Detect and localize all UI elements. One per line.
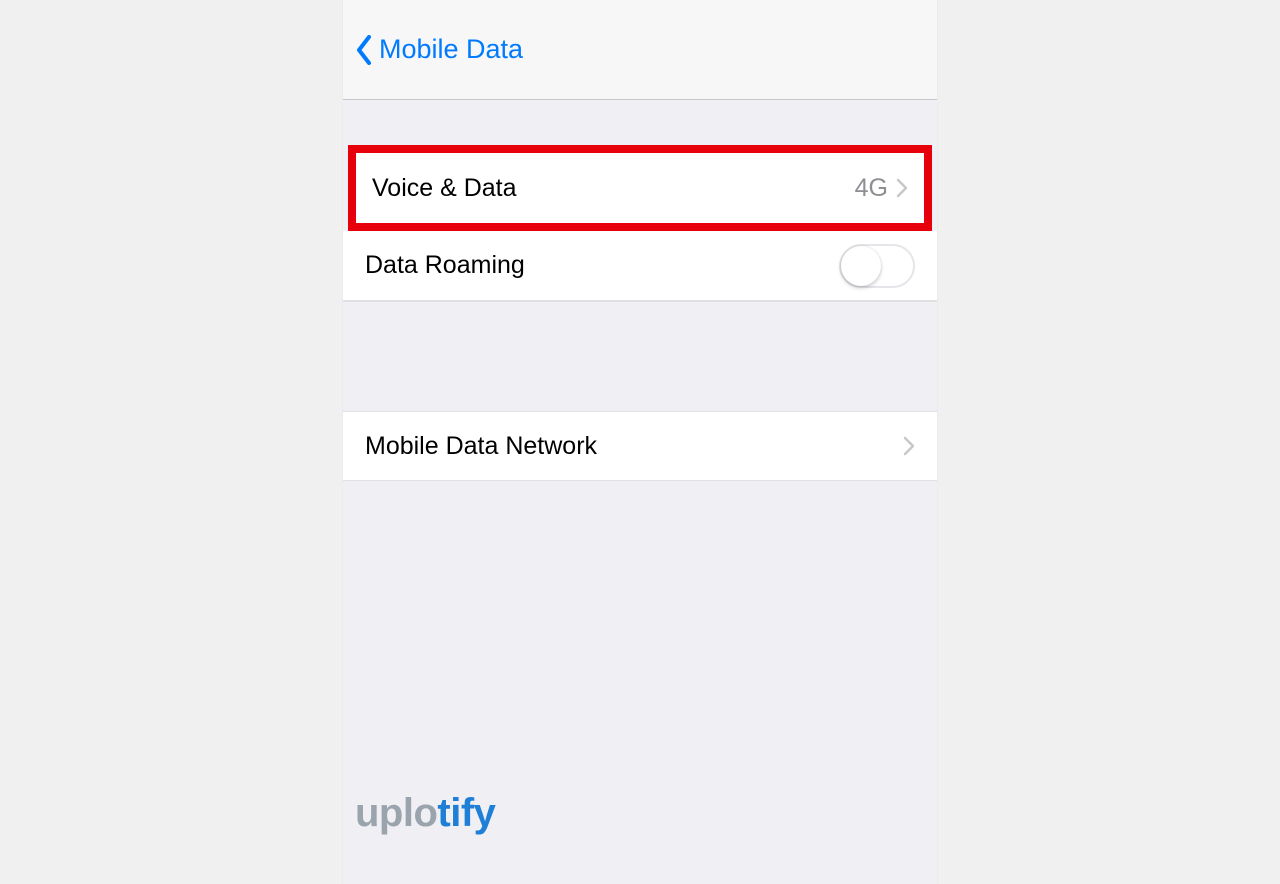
back-button[interactable]: Mobile Data	[355, 34, 523, 65]
watermark: uplotify	[355, 791, 495, 836]
nav-header: Mobile Data	[343, 0, 937, 100]
chevron-right-icon	[903, 436, 915, 456]
data-roaming-row: Data Roaming	[343, 231, 937, 301]
watermark-part2: tify	[437, 791, 495, 835]
section-spacer	[343, 301, 937, 411]
voice-data-value: 4G	[855, 174, 888, 203]
toggle-knob	[841, 246, 881, 286]
chevron-right-icon	[896, 178, 908, 198]
settings-screen: Mobile Data Voice & Data 4G Data Roaming…	[343, 0, 937, 884]
voice-data-label: Voice & Data	[372, 174, 855, 203]
data-roaming-toggle[interactable]	[839, 244, 915, 288]
chevron-left-icon	[355, 35, 373, 65]
section-spacer	[343, 100, 937, 145]
highlight-box: Voice & Data 4G	[348, 145, 932, 231]
back-label: Mobile Data	[379, 34, 523, 65]
voice-data-row[interactable]: Voice & Data 4G	[356, 153, 924, 223]
mobile-data-network-row[interactable]: Mobile Data Network	[343, 411, 937, 481]
watermark-part1: uplo	[355, 791, 437, 835]
data-roaming-label: Data Roaming	[365, 251, 839, 280]
network-label: Mobile Data Network	[365, 432, 903, 461]
